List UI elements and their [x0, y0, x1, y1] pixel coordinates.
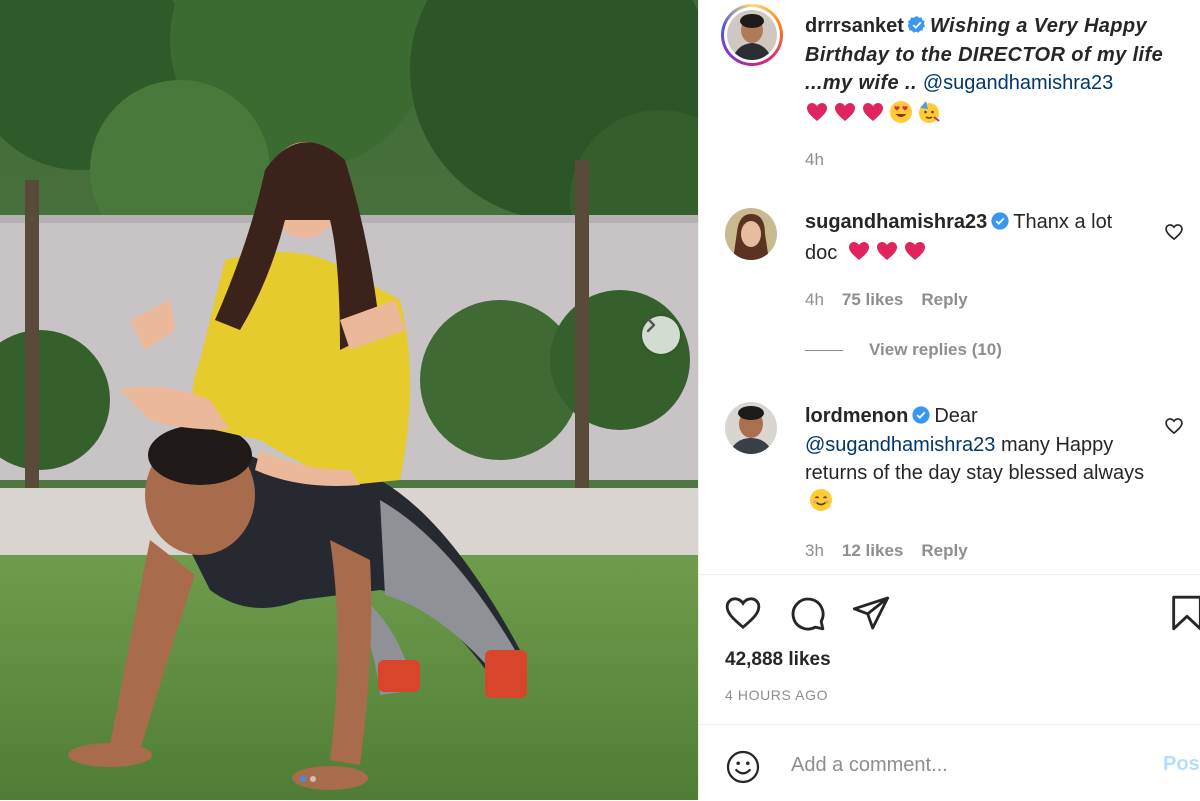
comment-time: 3h — [805, 541, 824, 560]
commenter-avatar-image — [725, 402, 777, 454]
comment-body: lordmenon Dear @sugandhamishra23 many Happ… — [805, 402, 1145, 516]
caption-username[interactable]: drrrsanket — [805, 15, 904, 37]
caption-mention-link[interactable]: @sugandhamishra23 — [923, 72, 1113, 94]
smiling-face-emoji-icon — [810, 488, 832, 511]
reply-button[interactable]: Reply — [921, 541, 967, 560]
verified-badge-icon — [907, 16, 925, 33]
smiley-icon[interactable] — [725, 749, 761, 785]
reply-button[interactable]: Reply — [921, 290, 967, 309]
share-icon[interactable] — [851, 593, 891, 633]
comments-list[interactable]: drrrsanket Wishing a Very Happy Birthday … — [699, 0, 1200, 574]
comment-username[interactable]: lordmenon — [805, 405, 908, 427]
likes-count[interactable]: 42,888 likes — [725, 649, 831, 671]
comment-time: 4h — [805, 290, 824, 309]
view-replies-button[interactable]: View replies (10) — [805, 340, 1002, 360]
avatar[interactable] — [727, 10, 777, 60]
comment-body: sugandhamishra23 Thanx a lot doc — [805, 208, 1145, 267]
comment-avatar[interactable] — [725, 402, 777, 454]
comment-input[interactable] — [789, 747, 1133, 783]
party-face-emoji-icon — [919, 100, 940, 123]
post-date[interactable]: 4 HOURS AGO — [725, 687, 828, 703]
carousel-dot-active — [300, 776, 306, 782]
comment-meta: 4h 75 likes Reply — [805, 290, 986, 310]
red-heart-emoji-icon — [848, 241, 869, 260]
post-photo-illustration — [0, 0, 698, 800]
verified-badge-icon — [912, 406, 930, 424]
comment-meta: 3h 12 likes Reply — [805, 541, 986, 561]
red-heart-emoji-icon — [876, 241, 897, 260]
heart-icon[interactable] — [723, 593, 763, 633]
red-heart-emoji-icon — [863, 102, 883, 121]
post-comment-button[interactable]: Post — [1163, 753, 1200, 776]
carousel-indicator — [300, 776, 316, 782]
like-comment-heart-icon[interactable] — [1164, 416, 1184, 436]
view-replies-label: View replies (10) — [869, 340, 1002, 359]
comment-text-prefix: Dear — [934, 405, 978, 427]
red-heart-emoji-icon — [904, 241, 925, 260]
post-caption: drrrsanket Wishing a Very Happy Birthday … — [805, 12, 1185, 124]
comment-emojis — [847, 239, 927, 263]
like-comment-heart-icon[interactable] — [1164, 222, 1184, 242]
story-ring[interactable] — [721, 4, 783, 66]
carousel-next-button[interactable] — [642, 316, 680, 354]
comment-likes-link[interactable]: 12 likes — [842, 541, 903, 560]
caption-emojis — [805, 100, 1185, 124]
comment-username[interactable]: sugandhamishra23 — [805, 211, 987, 233]
comment-icon[interactable] — [787, 593, 827, 633]
bookmark-icon[interactable] — [1167, 593, 1200, 633]
comment-likes-link[interactable]: 75 likes — [842, 290, 903, 309]
post-side-panel: drrrsanket Wishing a Very Happy Birthday … — [698, 0, 1200, 800]
red-heart-emoji-icon — [835, 102, 855, 121]
caption-time: 4h — [805, 150, 824, 169]
carousel-dot — [310, 776, 316, 782]
red-heart-emoji-icon — [807, 102, 827, 121]
comment-avatar[interactable] — [725, 208, 777, 260]
caption-meta: 4h — [805, 150, 842, 170]
commenter-avatar-image — [725, 208, 777, 260]
view-replies-divider — [805, 349, 843, 351]
post-actions-bar: 42,888 likes 4 HOURS AGO — [699, 574, 1200, 725]
post-photo[interactable] — [0, 0, 698, 800]
chevron-right-icon — [646, 317, 656, 333]
comment-mention-link[interactable]: @sugandhamishra23 — [805, 434, 995, 456]
verified-badge-icon — [991, 212, 1009, 230]
user-avatar-image — [727, 10, 777, 60]
add-comment-bar: Post — [699, 724, 1200, 801]
heart-eyes-emoji-icon — [890, 100, 912, 123]
